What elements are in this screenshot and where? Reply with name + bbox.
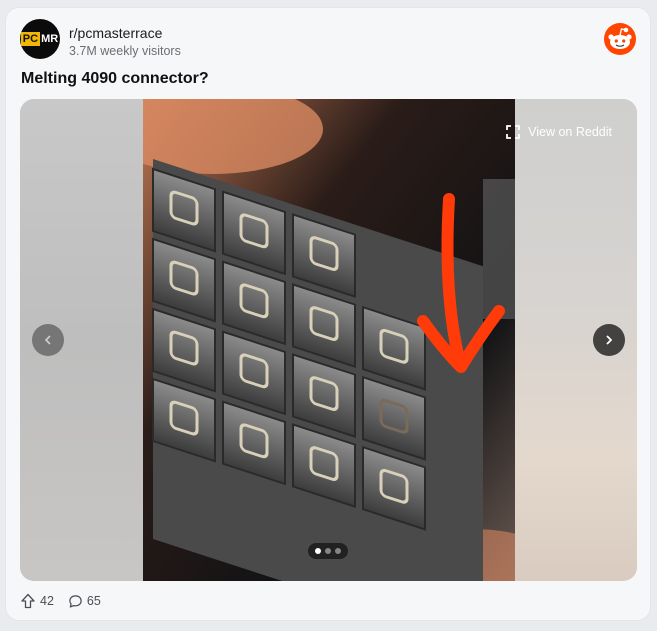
comment-count: 65 [86, 594, 101, 608]
comments-button[interactable]: 65 [68, 594, 101, 609]
post-media-carousel[interactable]: View on Reddit [20, 99, 637, 581]
avatar-pc-text: PC [20, 32, 41, 46]
upvote-count: 42 [40, 594, 54, 608]
reddit-logo-icon[interactable] [604, 23, 636, 55]
carousel-pagination [308, 543, 348, 559]
chevron-right-icon [606, 335, 613, 345]
connector-photo [143, 99, 515, 581]
expand-icon [506, 125, 521, 139]
carousel-dot-1[interactable] [315, 548, 321, 554]
avatar-mr-text: MR [41, 33, 59, 45]
carousel-prev-button[interactable] [32, 324, 64, 356]
carousel-dot-2[interactable] [325, 548, 331, 554]
post-title[interactable]: Melting 4090 connector? [21, 70, 209, 88]
carousel-dot-3[interactable] [335, 548, 341, 554]
subreddit-avatar[interactable]: PC MR [20, 19, 60, 59]
upvote-button[interactable]: 42 [20, 593, 54, 609]
embedded-post-card: PC MR r/pcmasterrace 3.7M weekly visitors… [5, 7, 651, 621]
post-actions: 42 65 [20, 593, 101, 609]
view-on-reddit-link[interactable]: View on Reddit [506, 125, 612, 139]
subreddit-visitors: 3.7M weekly visitors [69, 44, 181, 58]
upvote-arrow-icon [21, 593, 35, 609]
chevron-left-icon [44, 335, 51, 345]
comment-bubble-icon [69, 594, 82, 608]
carousel-next-button[interactable] [593, 324, 625, 356]
subreddit-name[interactable]: r/pcmasterrace [69, 25, 162, 41]
view-on-reddit-label: View on Reddit [528, 125, 612, 139]
